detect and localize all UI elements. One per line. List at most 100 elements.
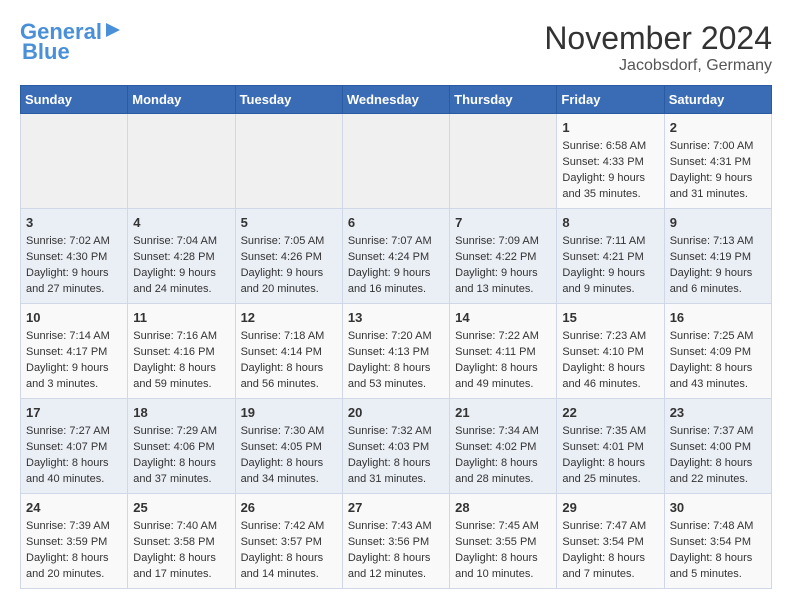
day-info: Sunrise: 7:43 AM Sunset: 3:56 PM Dayligh… xyxy=(348,519,444,583)
day-number: 2 xyxy=(670,119,766,137)
day-number: 17 xyxy=(26,404,122,422)
calendar-cell: 9Sunrise: 7:13 AM Sunset: 4:19 PM Daylig… xyxy=(664,208,771,303)
header-monday: Monday xyxy=(128,86,235,114)
day-number: 4 xyxy=(133,214,229,232)
day-info: Sunrise: 7:13 AM Sunset: 4:19 PM Dayligh… xyxy=(670,234,766,298)
day-number: 14 xyxy=(455,309,551,327)
calendar-week-row: 10Sunrise: 7:14 AM Sunset: 4:17 PM Dayli… xyxy=(21,303,772,398)
calendar-cell: 1 Sunrise: 6:58 AM Sunset: 4:33 PM Daylig… xyxy=(557,114,664,209)
calendar-cell: 3 Sunrise: 7:02 AM Sunset: 4:30 PM Daylig… xyxy=(21,208,128,303)
day-number: 23 xyxy=(670,404,766,422)
calendar-cell: 13 Sunrise: 7:20 AM Sunset: 4:13 PM Dayli… xyxy=(342,303,449,398)
day-number: 21 xyxy=(455,404,551,422)
page-header: General Blue November 2024 Jacobsdorf, G… xyxy=(20,20,772,75)
calendar-cell: 8 Sunrise: 7:11 AM Sunset: 4:21 PM Daylig… xyxy=(557,208,664,303)
day-number: 3 xyxy=(26,214,122,232)
logo-text-blue: Blue xyxy=(22,40,70,64)
day-info: Sunrise: 7:16 AM Sunset: 4:16 PM Dayligh… xyxy=(133,329,229,393)
day-info: Sunrise: 7:02 AM Sunset: 4:30 PM Dayligh… xyxy=(26,234,122,298)
calendar-cell: 10Sunrise: 7:14 AM Sunset: 4:17 PM Dayli… xyxy=(21,303,128,398)
day-number: 11 xyxy=(133,309,229,327)
calendar-week-row: 3 Sunrise: 7:02 AM Sunset: 4:30 PM Daylig… xyxy=(21,208,772,303)
day-info: Sunrise: 7:40 AM Sunset: 3:58 PM Dayligh… xyxy=(133,519,229,583)
day-number: 27 xyxy=(348,499,444,517)
day-number: 30 xyxy=(670,499,766,517)
calendar-cell: 27 Sunrise: 7:43 AM Sunset: 3:56 PM Dayli… xyxy=(342,493,449,588)
day-number: 26 xyxy=(241,499,337,517)
day-number: 28 xyxy=(455,499,551,517)
header-friday: Friday xyxy=(557,86,664,114)
day-info: Sunrise: 7:27 AM Sunset: 4:07 PM Dayligh… xyxy=(26,424,122,488)
calendar-cell: 16Sunrise: 7:25 AM Sunset: 4:09 PM Dayli… xyxy=(664,303,771,398)
day-info: Sunrise: 7:39 AM Sunset: 3:59 PM Dayligh… xyxy=(26,519,122,583)
calendar-week-row: 17 Sunrise: 7:27 AM Sunset: 4:07 PM Dayli… xyxy=(21,398,772,493)
day-info: Sunrise: 7:47 AM Sunset: 3:54 PM Dayligh… xyxy=(562,519,658,583)
day-number: 18 xyxy=(133,404,229,422)
day-number: 16 xyxy=(670,309,766,327)
day-number: 29 xyxy=(562,499,658,517)
day-info: Sunrise: 7:37 AM Sunset: 4:00 PM Dayligh… xyxy=(670,424,766,488)
header-wednesday: Wednesday xyxy=(342,86,449,114)
calendar-cell: 23 Sunrise: 7:37 AM Sunset: 4:00 PM Dayli… xyxy=(664,398,771,493)
day-number: 13 xyxy=(348,309,444,327)
logo-arrow-icon xyxy=(104,21,122,39)
calendar-cell: 7 Sunrise: 7:09 AM Sunset: 4:22 PM Daylig… xyxy=(450,208,557,303)
calendar-cell: 28 Sunrise: 7:45 AM Sunset: 3:55 PM Dayli… xyxy=(450,493,557,588)
calendar-header-row: SundayMondayTuesdayWednesdayThursdayFrid… xyxy=(21,86,772,114)
location: Jacobsdorf, Germany xyxy=(544,57,772,75)
day-number: 20 xyxy=(348,404,444,422)
calendar-cell: 22 Sunrise: 7:35 AM Sunset: 4:01 PM Dayli… xyxy=(557,398,664,493)
header-tuesday: Tuesday xyxy=(235,86,342,114)
day-info: Sunrise: 7:35 AM Sunset: 4:01 PM Dayligh… xyxy=(562,424,658,488)
day-info: Sunrise: 7:07 AM Sunset: 4:24 PM Dayligh… xyxy=(348,234,444,298)
day-info: Sunrise: 7:22 AM Sunset: 4:11 PM Dayligh… xyxy=(455,329,551,393)
day-info: Sunrise: 7:11 AM Sunset: 4:21 PM Dayligh… xyxy=(562,234,658,298)
day-number: 7 xyxy=(455,214,551,232)
calendar-cell: 25 Sunrise: 7:40 AM Sunset: 3:58 PM Dayli… xyxy=(128,493,235,588)
day-number: 22 xyxy=(562,404,658,422)
calendar-week-row: 24 Sunrise: 7:39 AM Sunset: 3:59 PM Dayli… xyxy=(21,493,772,588)
calendar-cell xyxy=(128,114,235,209)
calendar-cell xyxy=(450,114,557,209)
day-info: Sunrise: 7:09 AM Sunset: 4:22 PM Dayligh… xyxy=(455,234,551,298)
day-info: Sunrise: 7:04 AM Sunset: 4:28 PM Dayligh… xyxy=(133,234,229,298)
day-number: 24 xyxy=(26,499,122,517)
day-info: Sunrise: 7:42 AM Sunset: 3:57 PM Dayligh… xyxy=(241,519,337,583)
calendar-cell: 20 Sunrise: 7:32 AM Sunset: 4:03 PM Dayli… xyxy=(342,398,449,493)
calendar-cell: 24 Sunrise: 7:39 AM Sunset: 3:59 PM Dayli… xyxy=(21,493,128,588)
calendar-cell xyxy=(342,114,449,209)
day-number: 1 xyxy=(562,119,658,137)
calendar-week-row: 1 Sunrise: 6:58 AM Sunset: 4:33 PM Daylig… xyxy=(21,114,772,209)
day-number: 25 xyxy=(133,499,229,517)
day-info: Sunrise: 7:45 AM Sunset: 3:55 PM Dayligh… xyxy=(455,519,551,583)
calendar-cell xyxy=(235,114,342,209)
day-info: Sunrise: 7:29 AM Sunset: 4:06 PM Dayligh… xyxy=(133,424,229,488)
day-info: Sunrise: 7:05 AM Sunset: 4:26 PM Dayligh… xyxy=(241,234,337,298)
calendar-cell xyxy=(21,114,128,209)
day-info: Sunrise: 7:18 AM Sunset: 4:14 PM Dayligh… xyxy=(241,329,337,393)
calendar-cell: 30Sunrise: 7:48 AM Sunset: 3:54 PM Dayli… xyxy=(664,493,771,588)
day-info: Sunrise: 7:32 AM Sunset: 4:03 PM Dayligh… xyxy=(348,424,444,488)
calendar-cell: 18 Sunrise: 7:29 AM Sunset: 4:06 PM Dayli… xyxy=(128,398,235,493)
month-title: November 2024 xyxy=(544,20,772,57)
calendar-cell: 21 Sunrise: 7:34 AM Sunset: 4:02 PM Dayli… xyxy=(450,398,557,493)
day-info: Sunrise: 6:58 AM Sunset: 4:33 PM Dayligh… xyxy=(562,139,658,203)
day-number: 12 xyxy=(241,309,337,327)
title-block: November 2024 Jacobsdorf, Germany xyxy=(544,20,772,75)
calendar-table: SundayMondayTuesdayWednesdayThursdayFrid… xyxy=(20,85,772,589)
calendar-cell: 17 Sunrise: 7:27 AM Sunset: 4:07 PM Dayli… xyxy=(21,398,128,493)
day-number: 15 xyxy=(562,309,658,327)
calendar-cell: 15Sunrise: 7:23 AM Sunset: 4:10 PM Dayli… xyxy=(557,303,664,398)
day-number: 8 xyxy=(562,214,658,232)
logo: General Blue xyxy=(20,20,122,64)
header-sunday: Sunday xyxy=(21,86,128,114)
day-info: Sunrise: 7:20 AM Sunset: 4:13 PM Dayligh… xyxy=(348,329,444,393)
calendar-cell: 6Sunrise: 7:07 AM Sunset: 4:24 PM Daylig… xyxy=(342,208,449,303)
header-thursday: Thursday xyxy=(450,86,557,114)
day-info: Sunrise: 7:34 AM Sunset: 4:02 PM Dayligh… xyxy=(455,424,551,488)
day-info: Sunrise: 7:30 AM Sunset: 4:05 PM Dayligh… xyxy=(241,424,337,488)
day-number: 10 xyxy=(26,309,122,327)
calendar-cell: 26 Sunrise: 7:42 AM Sunset: 3:57 PM Dayli… xyxy=(235,493,342,588)
header-saturday: Saturday xyxy=(664,86,771,114)
calendar-cell: 11 Sunrise: 7:16 AM Sunset: 4:16 PM Dayli… xyxy=(128,303,235,398)
